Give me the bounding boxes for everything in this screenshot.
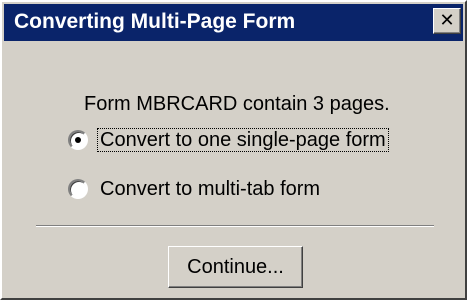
radio-button-icon[interactable] [68, 130, 88, 150]
radio-button-icon[interactable] [68, 179, 88, 199]
radio-label-multi-tab[interactable]: Convert to multi-tab form [98, 178, 322, 200]
separator-line [36, 225, 434, 227]
title-bar[interactable]: Converting Multi-Page Form ✕ [4, 4, 463, 41]
close-icon: ✕ [439, 10, 455, 31]
radio-option-single-page[interactable]: Convert to one single-page form [68, 127, 389, 153]
close-button[interactable]: ✕ [433, 8, 461, 34]
window-title: Converting Multi-Page Form [14, 10, 296, 33]
info-message: Form MBRCARD contain 3 pages. [84, 93, 390, 115]
radio-option-multi-tab[interactable]: Convert to multi-tab form [68, 176, 322, 202]
radio-selected-dot [75, 137, 81, 143]
dialog-window: Converting Multi-Page Form ✕ Form MBRCAR… [0, 0, 467, 300]
radio-label-single-page[interactable]: Convert to one single-page form [97, 128, 389, 152]
continue-button[interactable]: Continue... [168, 246, 303, 288]
